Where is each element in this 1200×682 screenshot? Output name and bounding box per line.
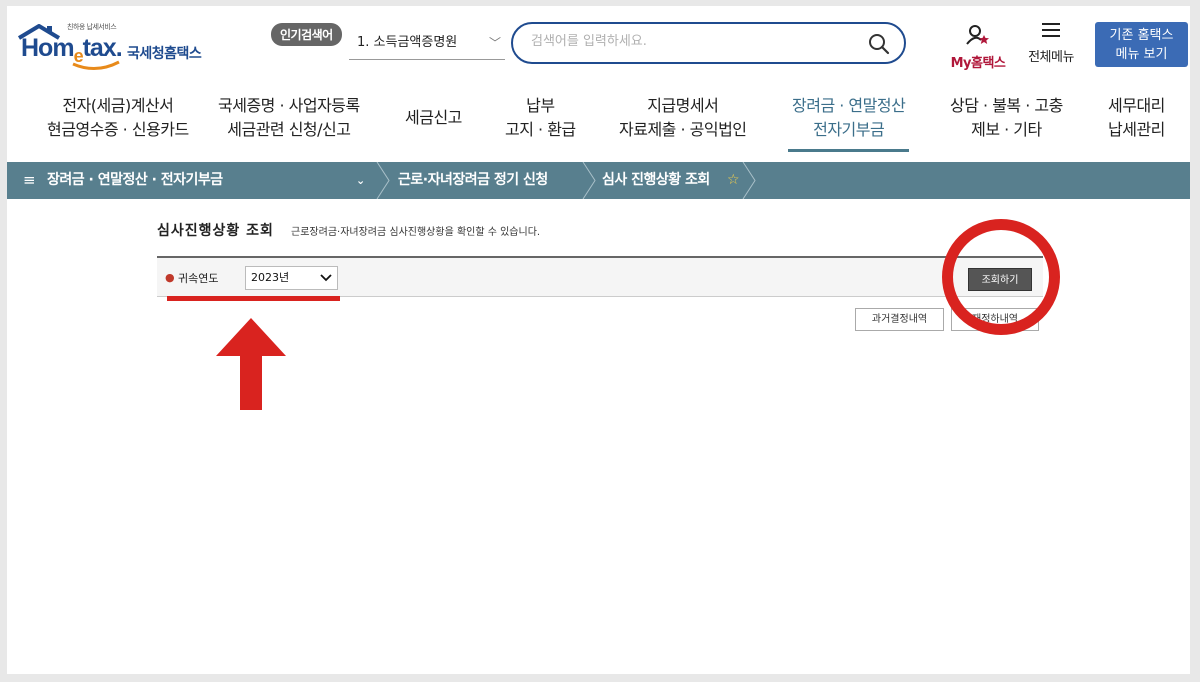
my-hometax-button[interactable]: My홈택스	[943, 24, 1013, 71]
user-star-icon	[966, 25, 989, 45]
my-hometax-label: My홈택스	[950, 56, 1006, 71]
search-box	[511, 22, 906, 64]
old-homepage-menu-button[interactable]: 기존 홈택스 메뉴 보기	[1095, 22, 1188, 67]
year-label: 귀속연도	[178, 272, 219, 285]
logo-swoosh-icon	[72, 60, 120, 70]
gnb-item-line2: 현금영수증 · 신용카드	[47, 120, 189, 139]
hamburger-icon	[1042, 23, 1060, 37]
breadcrumb-level2[interactable]: 근로·자녀장려금 정기 신청	[398, 162, 548, 199]
past-decision-button[interactable]: 과거결정내역	[855, 308, 944, 331]
breadcrumb-level1[interactable]: 장려금 · 연말정산 · 전자기부금	[47, 162, 223, 199]
page-title: 심사진행상황 조회	[157, 223, 274, 239]
gnb-item-line1: 지급명세서	[647, 96, 719, 115]
search-condition-bar: ● 귀속연도 2023년 조회하기	[157, 256, 1043, 297]
gnb-item-tax-agent[interactable]: 세무대리 납세관리	[1108, 94, 1165, 142]
year-select-value: 2023년	[251, 271, 290, 284]
annotation-circle	[942, 219, 1060, 335]
gnb-item-line1: 상담 · 불복 · 고충	[950, 96, 1063, 115]
breadcrumb-separator-icon	[376, 162, 390, 199]
gnb-item-payment[interactable]: 납부 고지 · 환급	[505, 94, 576, 142]
all-menu-button[interactable]: 전체메뉴	[1019, 22, 1083, 65]
gnb-item-line2: 세금관련 신청/신고	[227, 120, 351, 139]
required-mark: ●	[165, 271, 175, 284]
gnb-item-certificate[interactable]: 국세증명 · 사업자등록 세금관련 신청/신고	[218, 94, 360, 142]
search-icon[interactable]	[868, 33, 890, 55]
page-frame: 친하옹 납세서비스 Hometax. 국세청홈택스 인기검색어 1. 소득금액증…	[7, 6, 1190, 674]
gnb-item-line2: 납세관리	[1108, 120, 1165, 139]
gnb-item-payment-statement[interactable]: 지급명세서 자료제출 · 공익법인	[619, 94, 747, 142]
hometax-logo[interactable]: 친하옹 납세서비스 Hometax. 국세청홈택스	[15, 20, 215, 70]
menu-icon[interactable]: ≡	[23, 162, 36, 199]
page-title-row: 심사진행상황 조회 근로장려금·자녀장려금 심사진행상황을 확인할 수 있습니다…	[157, 220, 540, 240]
logo-tagline: 친하옹 납세서비스	[67, 23, 117, 31]
chevron-down-icon[interactable]: ⌄	[356, 162, 365, 199]
popular-search-select[interactable]: 1. 소득금액증명원 ﹀	[349, 33, 505, 60]
logo-name: 국세청홈택스	[127, 46, 202, 62]
gnb-item-line1: 세무대리	[1108, 96, 1165, 115]
gnb-item-einvoice[interactable]: 전자(세금)계산서 현금영수증 · 신용카드	[47, 94, 189, 142]
chevron-down-icon: ﹀	[488, 36, 501, 50]
global-nav: 전자(세금)계산서 현금영수증 · 신용카드 국세증명 · 사업자등록 세금관련…	[7, 94, 1190, 156]
gnb-item-line1: 국세증명 · 사업자등록	[218, 96, 360, 115]
breadcrumb-separator-icon	[582, 162, 596, 199]
gnb-item-line1: 납부	[526, 96, 555, 115]
popular-search-value: 1. 소득금액증명원	[357, 35, 458, 50]
year-select[interactable]: 2023년	[245, 266, 338, 290]
gnb-item-line2: 자료제출 · 공익법인	[619, 120, 747, 139]
gnb-item-line1: 전자(세금)계산서	[62, 96, 174, 115]
gnb-item-tax-return[interactable]: 세금신고	[405, 106, 462, 130]
breadcrumb-separator-icon	[742, 162, 756, 199]
old-homepage-line2: 메뉴 보기	[1115, 47, 1168, 62]
gnb-item-line1: 세금신고	[405, 108, 462, 127]
page-description: 근로장려금·자녀장려금 심사진행상황을 확인할 수 있습니다.	[291, 227, 541, 238]
breadcrumb-level3: 심사 진행상황 조회	[602, 172, 710, 188]
popular-search-badge: 인기검색어	[271, 23, 342, 46]
gnb-item-line2: 전자기부금	[813, 120, 885, 139]
all-menu-label: 전체메뉴	[1028, 50, 1074, 65]
annotation-underline	[167, 296, 340, 301]
gnb-item-line1: 장려금 · 연말정산	[792, 96, 906, 115]
old-homepage-line1: 기존 홈택스	[1109, 28, 1174, 43]
search-input[interactable]	[531, 34, 851, 49]
gnb-item-line2: 제보 · 기타	[971, 120, 1042, 139]
logo-wordmark: Hometax.	[21, 34, 123, 66]
gnb-item-line2: 고지 · 환급	[505, 120, 576, 139]
chevron-down-icon	[320, 274, 332, 282]
favorite-star-icon[interactable]: ☆	[727, 162, 740, 199]
gnb-item-incentive[interactable]: 장려금 · 연말정산 전자기부금	[787, 94, 910, 152]
gnb-item-consult[interactable]: 상담 · 불복 · 고충 제보 · 기타	[950, 94, 1063, 142]
annotation-up-arrow-icon	[216, 318, 286, 410]
breadcrumb: ≡ 장려금 · 연말정산 · 전자기부금 ⌄ 근로·자녀장려금 정기 신청 심사…	[7, 162, 1190, 199]
